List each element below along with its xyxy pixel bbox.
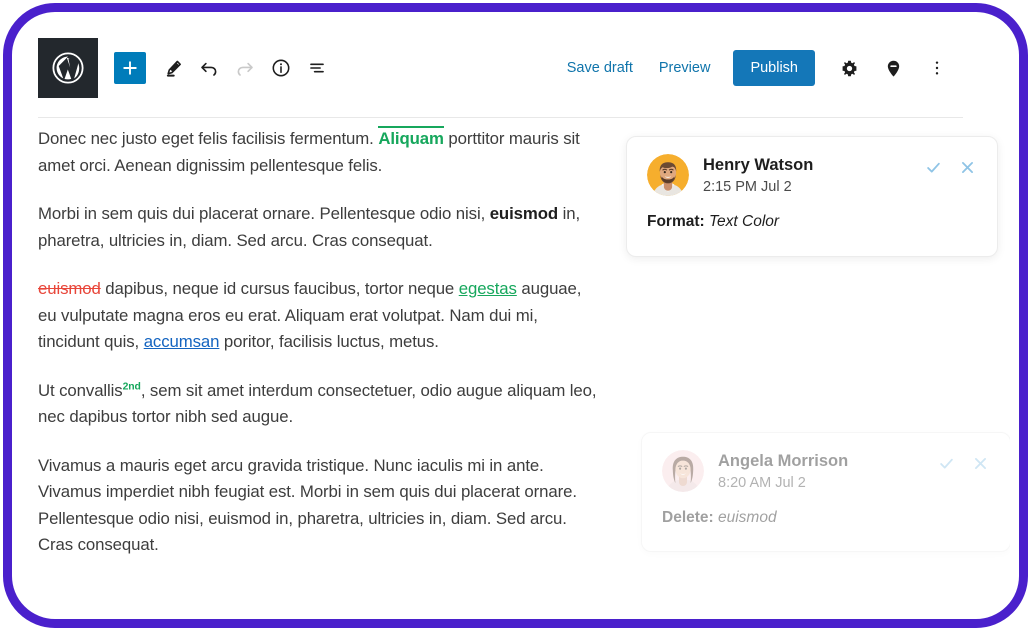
paragraph-1[interactable]: Donec nec justo eget felis facilisis fer… (38, 126, 598, 179)
comment-body: Format: Text Color (647, 213, 977, 231)
link-accumsan[interactable]: accumsan (144, 332, 220, 351)
list-view-button[interactable] (300, 51, 334, 85)
comment-pin-icon (887, 60, 899, 76)
save-draft-button[interactable]: Save draft (554, 52, 646, 84)
text-run: Vivamus a mauris eget arcu gravida trist… (38, 455, 577, 555)
details-button[interactable] (264, 51, 298, 85)
comment-actions (936, 450, 990, 473)
comment-body: Delete: euismod (662, 509, 990, 527)
comment-author: Angela Morrison (718, 452, 849, 470)
comment-timestamp: 2:15 PM Jul 2 (703, 178, 792, 195)
link-egestas[interactable]: egestas (459, 279, 517, 298)
more-vertical-icon (935, 61, 939, 75)
text-run: Ut convallis (38, 380, 123, 400)
document-body[interactable]: Donec nec justo eget felis facilisis fer… (38, 126, 598, 559)
superscript-2nd: 2nd (122, 381, 141, 393)
plus-icon (123, 61, 137, 75)
gear-icon (842, 60, 856, 76)
comment-meta: Angela Morrison 8:20 AM Jul 2 (718, 450, 848, 491)
editor-surface: Save draft Preview Publish Donec nec jus… (20, 20, 1010, 610)
dismiss-comment-button[interactable] (957, 157, 977, 177)
comment-actions (923, 154, 977, 177)
comment-meta: Henry Watson 2:15 PM Jul 2 (703, 154, 813, 195)
close-icon (974, 457, 986, 469)
text-run: poritor, facilisis luctus, metus. (219, 332, 439, 352)
preview-button[interactable]: Preview (646, 52, 724, 84)
comment-card-henry-watson[interactable]: Henry Watson 2:15 PM Jul 2 Format: Text … (626, 136, 998, 257)
dismiss-comment-button[interactable] (970, 453, 990, 473)
toolbar-right-group: Save draft Preview Publish (554, 38, 963, 98)
comment-card-angela-morrison[interactable]: Angela Morrison 8:20 AM Jul 2 Delete: eu… (641, 432, 1010, 552)
comment-body-value: Text Color (709, 213, 780, 230)
resolve-comment-button[interactable] (923, 157, 943, 177)
undo-arrow-icon (201, 62, 217, 76)
comments-button[interactable] (875, 50, 911, 86)
avatar-henry-watson (647, 154, 689, 196)
text-run: Donec nec justo eget felis facilisis fer… (38, 129, 379, 148)
comment-body-value: euismod (718, 509, 777, 526)
comment-timestamp: 8:20 AM Jul 2 (718, 474, 806, 491)
check-icon (939, 458, 953, 469)
app-frame: Save draft Preview Publish Donec nec jus… (0, 0, 1031, 631)
pencil-icon (166, 60, 181, 77)
paragraph-3[interactable]: euismod dapibus, neque id cursus faucibu… (38, 276, 598, 356)
info-circle-icon (272, 59, 290, 77)
paragraph-4[interactable]: Ut convallis2nd, sem sit amet interdum c… (38, 378, 598, 431)
strikethrough-text-euismod[interactable]: euismod (38, 279, 101, 298)
close-icon (961, 161, 973, 173)
text-run: Morbi in sem quis dui placerat ornare. P… (38, 204, 490, 224)
comment-body-label: Format: (647, 213, 705, 230)
comment-header: Angela Morrison 8:20 AM Jul 2 (662, 450, 990, 492)
settings-button[interactable] (831, 50, 867, 86)
comment-body-label: Delete: (662, 509, 714, 526)
paragraph-2[interactable]: Morbi in sem quis dui placerat ornare. P… (38, 201, 598, 254)
avatar-angela-morrison (662, 450, 704, 492)
redo-arrow-icon (237, 62, 253, 76)
annotated-text-aliquam[interactable]: Aliquam (378, 126, 444, 148)
undo-button[interactable] (192, 51, 226, 85)
resolve-comment-button[interactable] (936, 453, 956, 473)
bold-text-euismod: euismod (489, 204, 559, 224)
redo-button[interactable] (228, 51, 262, 85)
comment-header: Henry Watson 2:15 PM Jul 2 (647, 154, 977, 196)
comment-author: Henry Watson (703, 156, 814, 174)
more-options-button[interactable] (919, 50, 955, 86)
wordpress-logo[interactable] (38, 38, 98, 98)
check-icon (926, 162, 940, 173)
text-run: dapibus, neque id cursus faucibus, torto… (100, 279, 459, 299)
add-block-button[interactable] (114, 52, 146, 84)
content-area: Donec nec justo eget felis facilisis fer… (20, 120, 1010, 610)
edit-tool-button[interactable] (156, 51, 190, 85)
list-view-icon (310, 63, 324, 73)
publish-button[interactable]: Publish (733, 50, 815, 86)
paragraph-5[interactable]: Vivamus a mauris eget arcu gravida trist… (38, 453, 598, 559)
editor-toolbar: Save draft Preview Publish (38, 38, 963, 118)
toolbar-left-group (114, 38, 334, 98)
